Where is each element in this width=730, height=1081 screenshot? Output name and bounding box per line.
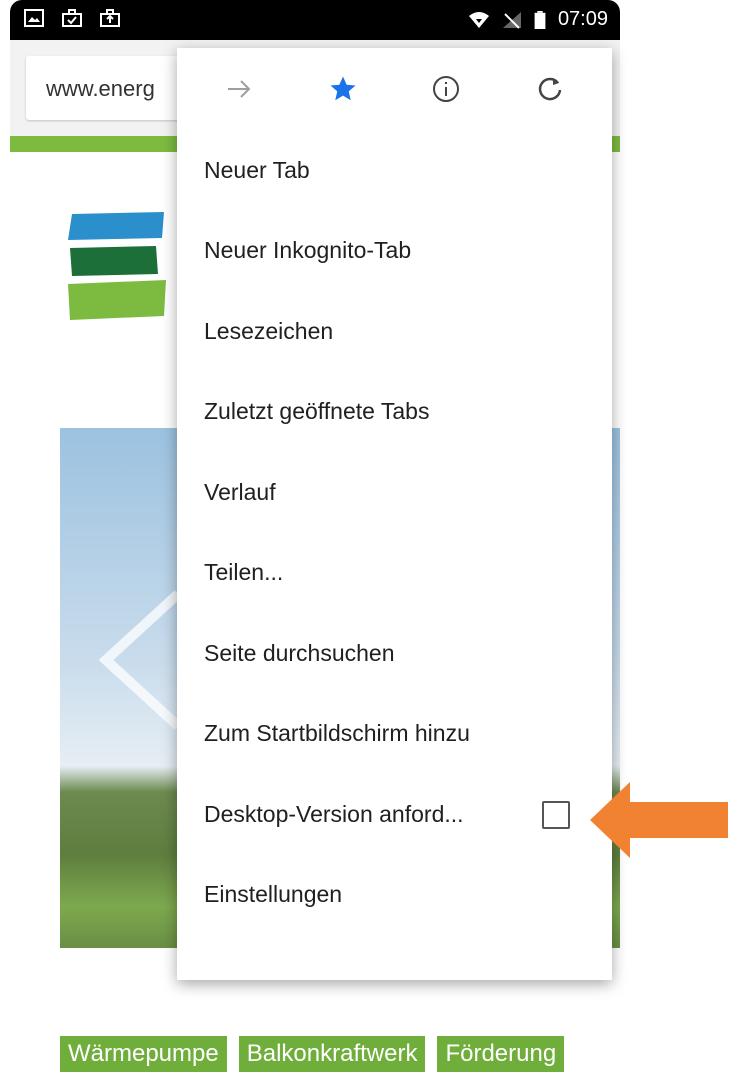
menu-item-settings[interactable]: Einstellungen xyxy=(177,855,612,936)
menu-item-label: Neuer Tab xyxy=(204,156,310,183)
menu-item-desktop-site[interactable]: Desktop-Version anford... xyxy=(177,774,612,855)
carousel-prev-icon[interactable] xyxy=(98,590,188,730)
menu-item-recent-tabs[interactable]: Zuletzt geöffnete Tabs xyxy=(177,372,612,453)
desktop-site-checkbox[interactable] xyxy=(542,801,570,829)
annotation-arrow-icon xyxy=(590,782,728,858)
status-time: 07:09 xyxy=(557,8,608,30)
menu-item-label: Seite durchsuchen xyxy=(204,639,395,666)
gallery-notification-icon xyxy=(24,9,44,27)
menu-item-label: Teilen... xyxy=(204,559,284,586)
page-info-button[interactable] xyxy=(422,65,470,113)
tag-item[interactable]: Förderung xyxy=(437,1036,565,1072)
menu-item-label: Einstellungen xyxy=(204,881,343,908)
tag-item[interactable]: Balkonkraftwerk xyxy=(238,1036,426,1072)
star-icon xyxy=(330,76,356,101)
reload-icon xyxy=(538,77,562,101)
reload-button[interactable] xyxy=(526,65,574,113)
menu-item-find-in-page[interactable]: Seite durchsuchen xyxy=(177,613,612,694)
forward-arrow-icon xyxy=(227,80,251,98)
tag-item[interactable]: Wärmepumpe xyxy=(60,1036,227,1072)
menu-item-history[interactable]: Verlauf xyxy=(177,452,612,533)
menu-item-label: Zuletzt geöffnete Tabs xyxy=(204,398,430,425)
menu-item-label: Zum Startbildschirm hinzu xyxy=(204,720,470,747)
bookmark-button[interactable] xyxy=(319,65,367,113)
site-logo-icon xyxy=(68,212,166,320)
menu-item-bookmarks[interactable]: Lesezeichen xyxy=(177,291,612,372)
menu-item-label: Verlauf xyxy=(204,478,276,505)
briefcase-upload-icon xyxy=(100,9,120,27)
menu-item-label: Neuer Inkognito-Tab xyxy=(204,237,412,264)
menu-item-new-tab[interactable]: Neuer Tab xyxy=(177,130,612,211)
menu-item-share[interactable]: Teilen... xyxy=(177,533,612,614)
forward-button[interactable] xyxy=(215,65,263,113)
battery-icon xyxy=(534,10,546,29)
menu-item-label: Lesezeichen xyxy=(204,317,334,344)
menu-item-new-incognito-tab[interactable]: Neuer Inkognito-Tab xyxy=(177,211,612,292)
overflow-menu: Neuer Tab Neuer Inkognito-Tab Lesezeiche… xyxy=(177,48,612,980)
status-bar: 07:09 xyxy=(10,0,620,40)
url-text: www.energ xyxy=(46,76,155,101)
wifi-icon xyxy=(468,11,489,28)
menu-action-row xyxy=(177,48,612,130)
info-icon xyxy=(433,76,460,102)
briefcase-check-icon xyxy=(62,9,82,27)
menu-item-add-to-home[interactable]: Zum Startbildschirm hinzu xyxy=(177,694,612,775)
menu-item-label: Desktop-Version anford... xyxy=(204,800,464,827)
tag-list: Wärmepumpe Balkonkraftwerk Förderung xyxy=(60,1036,565,1072)
no-signal-icon xyxy=(502,11,521,29)
